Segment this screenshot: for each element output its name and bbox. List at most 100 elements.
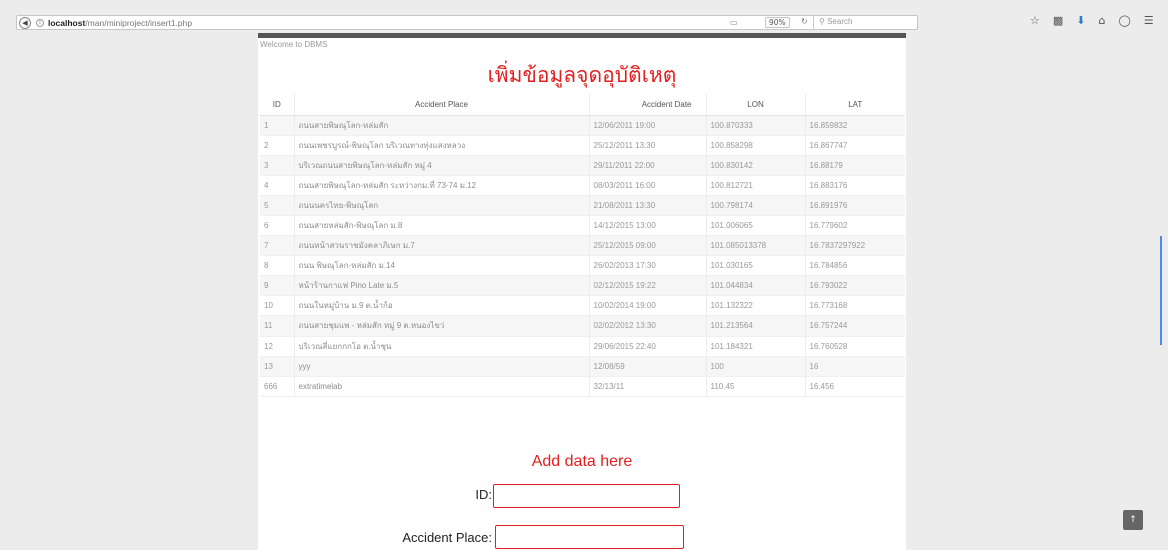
cell-lat: 16.88179 — [804, 155, 905, 176]
cell-lat: 16.456 — [804, 376, 905, 397]
cell-lat: 16.760528 — [804, 336, 905, 357]
scroll-to-top-button[interactable]: ↑ — [1123, 510, 1143, 530]
cell-lon: 100.812721 — [705, 175, 805, 196]
cell-date: 12/06/2011 19:00 — [588, 115, 706, 136]
cell-lon: 100.830142 — [705, 155, 805, 176]
back-arrow-icon[interactable]: ◀ — [19, 16, 31, 29]
cell-lon: 100.858298 — [705, 135, 805, 156]
cell-lat: 16 — [804, 356, 905, 377]
cell-date: 21/08/2011 13:30 — [588, 195, 706, 216]
cell-place: extratimelab — [293, 376, 589, 397]
welcome-text: Welcome to DBMS — [260, 40, 328, 49]
search-icon: ⚲ — [819, 17, 825, 26]
cell-place: ถนนนครไทย-พิษณุโลก — [293, 195, 589, 216]
cell-lat: 16.773168 — [804, 295, 905, 317]
cell-date: 25/12/2011 13:30 — [588, 135, 706, 156]
url-search-divider — [813, 16, 814, 29]
cell-place: ถนนสายพิษณุโลก-หล่มสัก ระหว่างกม.ที่ 73-… — [293, 175, 589, 196]
cell-id: 13 — [260, 356, 294, 377]
cell-id: 8 — [260, 255, 294, 277]
page-info-icon[interactable]: i — [36, 18, 44, 27]
page-content: Welcome to DBMS เพิ่มข้อมูลจุดอุบัติเหตุ… — [258, 33, 906, 550]
id-label: ID: — [475, 487, 492, 502]
cell-place: ถนนสายพิษณุโลก-หล่มสัก — [293, 115, 589, 136]
header-bar — [258, 33, 906, 38]
address-bar[interactable]: ◀ i localhost/man/miniproject/insert1.ph… — [16, 15, 918, 30]
cell-lat: 16.784856 — [804, 255, 905, 277]
scroll-indicator — [1160, 236, 1162, 345]
reader-view-icon[interactable]: ▭ — [730, 18, 738, 27]
cell-lat: 16.793022 — [804, 275, 905, 297]
downloads-icon[interactable]: ⬇ — [1076, 14, 1085, 27]
bookmark-star-icon[interactable]: ☆ — [1030, 14, 1040, 27]
url-text[interactable]: localhost/man/miniproject/insert1.php — [48, 18, 192, 28]
cell-id: 5 — [260, 195, 294, 216]
cell-id: 9 — [260, 275, 294, 297]
table-row: 6 ถนนสายหล่มสัก-พิษณุโลก ม.8 14/12/2015 13… — [260, 215, 905, 237]
cell-lat: 16.779602 — [804, 215, 905, 237]
table-header-row: ID Accident Place Accident Date LON LAT — [260, 94, 905, 116]
accident-place-input[interactable] — [495, 525, 684, 549]
cell-place: บริเวณสี่แยกกกโอ ต.น้ำชุน — [293, 336, 589, 357]
col-header-lat: LAT — [804, 94, 905, 116]
cell-lon: 100 — [705, 356, 805, 377]
table-row: 7 ถนนหน้าสวนราชมังคลาภิเษก ม.7 25/12/2015 … — [260, 235, 905, 257]
table-row: 4 ถนนสายพิษณุโลก-หล่มสัก ระหว่างกม.ที่ 73… — [260, 175, 905, 196]
table-row: 10 ถนนในหมู่บ้าน ม.9 ต.น้ำก้อ 10/02/2014 1… — [260, 295, 905, 317]
table-row: 1 ถนนสายพิษณุโลก-หล่มสัก 12/06/2011 19:00 1… — [260, 115, 905, 136]
cell-place: ถนนหน้าสวนราชมังคลาภิเษก ม.7 — [293, 235, 589, 257]
cell-date: 10/02/2014 19:00 — [588, 295, 706, 317]
table-row: 5 ถนนนครไทย-พิษณุโลก 21/08/2011 13:30 100.7… — [260, 195, 905, 216]
col-header-lon: LON — [705, 94, 805, 116]
cell-place: ถนนสายหล่มสัก-พิษณุโลก ม.8 — [293, 215, 589, 237]
table-row: 12 บริเวณสี่แยกกกโอ ต.น้ำชุน 29/06/2015 22… — [260, 336, 905, 357]
col-header-id: ID — [260, 94, 294, 116]
table-row: 8 ถนน พิษณุโลก-หล่มสัก ม.14 26/02/2013 17:… — [260, 255, 905, 277]
cell-id: 4 — [260, 175, 294, 196]
table-row: 9 หน้าร้านกาแฟ Pino Late ม.5 02/12/2015 19… — [260, 275, 905, 297]
cell-lat: 16.859832 — [804, 115, 905, 136]
id-input[interactable] — [493, 484, 680, 508]
page-title: เพิ่มข้อมูลจุดอุบัติเหตุ — [487, 63, 677, 87]
cell-lon: 101.213564 — [705, 315, 805, 337]
table-row: 11 ถนนสายชุมแพ - หล่มสัก หมู่ 9 ต.หนองไขว… — [260, 315, 905, 337]
cell-lon: 101.085013378 — [705, 235, 805, 257]
cell-id: 12 — [260, 336, 294, 357]
cell-lat: 16.891976 — [804, 195, 905, 216]
cell-date: 02/02/2012 13:30 — [588, 315, 706, 337]
library-icon[interactable]: ▩ — [1053, 14, 1063, 27]
search-field[interactable]: ⚲ Search — [819, 17, 852, 26]
cell-place: ถนนเพชรบูรณ์-พิษณุโลก บริเวณทางทุ่งแสงหล… — [293, 135, 589, 156]
cell-date: 08/03/2011 16:00 — [588, 175, 706, 196]
cell-id: 2 — [260, 135, 294, 156]
cell-date: 14/12/2015 13:00 — [588, 215, 706, 237]
add-data-heading: Add data here — [531, 453, 633, 470]
cell-date: 02/12/2015 19:22 — [588, 275, 706, 297]
accident-table: ID Accident Place Accident Date LON LAT … — [260, 94, 905, 397]
home-icon[interactable]: ⌂ — [1099, 14, 1106, 27]
cell-place: yyy — [293, 356, 589, 377]
cell-lon: 100.870333 — [705, 115, 805, 136]
cell-date: 26/02/2013 17:30 — [588, 255, 706, 277]
cell-lat: 16.7837297922 — [804, 235, 905, 257]
table-row: 13 yyy 12/08/59 100 16 — [260, 356, 905, 377]
cell-place: บริเวณถนนสายพิษณุโลก-หล่มสัก หมู่ 4 — [293, 155, 589, 176]
menu-icon[interactable]: ☰ — [1144, 14, 1154, 27]
cell-lon: 101.132322 — [705, 295, 805, 317]
table-row: 3 บริเวณถนนสายพิษณุโลก-หล่มสัก หมู่ 4 29/1… — [260, 155, 905, 176]
cell-lon: 110.45 — [705, 376, 805, 397]
cell-lon: 100.798174 — [705, 195, 805, 216]
cell-lon: 101.006065 — [705, 215, 805, 237]
cell-id: 3 — [260, 155, 294, 176]
cell-date: 32/13/11 — [588, 376, 706, 397]
reload-icon[interactable]: ↻ — [801, 17, 808, 26]
browser-chrome: ◀ i localhost/man/miniproject/insert1.ph… — [0, 0, 1168, 30]
cell-date: 25/12/2015 09:00 — [588, 235, 706, 257]
zoom-level[interactable]: 90% — [765, 17, 790, 28]
cell-lat: 16.757244 — [804, 315, 905, 337]
accident-place-label: Accident Place: — [402, 530, 492, 545]
cell-date: 29/11/2011 22:00 — [588, 155, 706, 176]
col-header-date: Accident Date — [588, 94, 706, 116]
pocket-icon[interactable]: ◯ — [1118, 14, 1130, 27]
cell-place: ถนนในหมู่บ้าน ม.9 ต.น้ำก้อ — [293, 295, 589, 317]
